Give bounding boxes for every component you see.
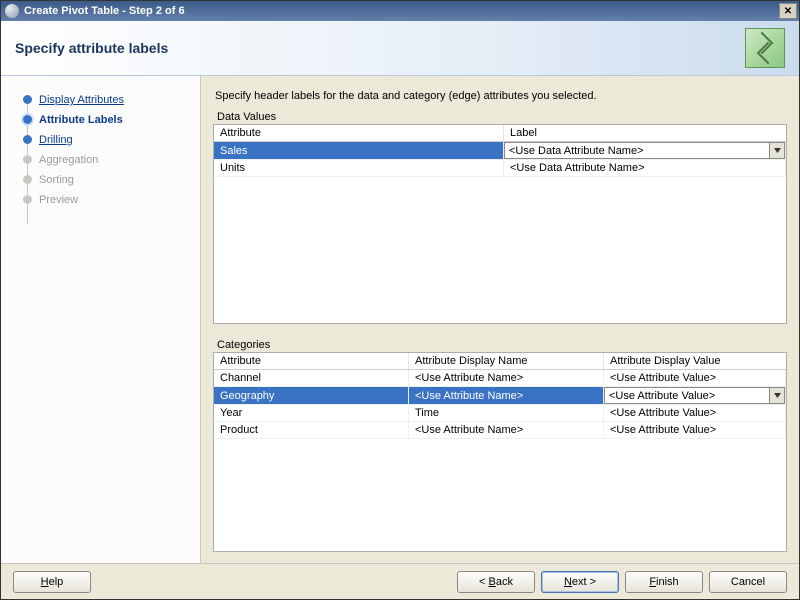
col-display-name[interactable]: Attribute Display Name xyxy=(409,353,604,369)
back-button[interactable]: < Back xyxy=(457,571,535,593)
footer-buttons: Help < Back Next > Finish Cancel xyxy=(1,563,799,599)
page-heading: Specify attribute labels xyxy=(15,40,168,56)
cell-label[interactable]: <Use Data Attribute Name> xyxy=(504,160,786,177)
table-row[interactable]: Channel <Use Attribute Name> <Use Attrib… xyxy=(214,370,786,387)
wizard-window: Create Pivot Table - Step 2 of 6 ✕ Speci… xyxy=(0,0,800,600)
categories-table[interactable]: Attribute Attribute Display Name Attribu… xyxy=(213,352,787,552)
step-dot-icon xyxy=(23,175,32,184)
label-dropdown[interactable]: <Use Data Attribute Name> xyxy=(504,142,785,159)
col-display-value[interactable]: Attribute Display Value xyxy=(604,353,786,369)
step-drilling[interactable]: Drilling xyxy=(23,130,192,150)
step-preview: Preview xyxy=(23,190,192,210)
table-row[interactable]: Units <Use Data Attribute Name> xyxy=(214,160,786,177)
dropdown-value: <Use Attribute Value> xyxy=(609,390,715,402)
cell-attribute[interactable]: Geography xyxy=(214,387,409,405)
body-area: Display Attributes Attribute Labels Dril… xyxy=(1,76,799,563)
app-icon xyxy=(5,4,19,18)
titlebar: Create Pivot Table - Step 2 of 6 ✕ xyxy=(1,1,799,21)
close-button[interactable]: ✕ xyxy=(779,3,797,19)
cell-display-value[interactable]: <Use Attribute Value> xyxy=(604,387,786,405)
col-attribute[interactable]: Attribute xyxy=(214,125,504,141)
step-aggregation: Aggregation xyxy=(23,150,192,170)
dropdown-value: <Use Data Attribute Name> xyxy=(509,145,644,157)
cell-display-value[interactable]: <Use Attribute Value> xyxy=(604,422,786,439)
categories-title: Categories xyxy=(213,338,787,352)
cell-attribute[interactable]: Product xyxy=(214,422,409,439)
chevron-down-icon[interactable] xyxy=(769,143,784,158)
cell-display-name[interactable]: <Use Attribute Name> xyxy=(409,387,604,405)
step-display-attributes[interactable]: Display Attributes xyxy=(23,90,192,110)
col-attribute[interactable]: Attribute xyxy=(214,353,409,369)
window-title: Create Pivot Table - Step 2 of 6 xyxy=(24,5,779,17)
step-label: Aggregation xyxy=(39,154,98,166)
step-attribute-labels[interactable]: Attribute Labels xyxy=(23,110,192,130)
cell-attribute[interactable]: Sales xyxy=(214,142,504,160)
table-row[interactable]: Geography <Use Attribute Name> <Use Attr… xyxy=(214,387,786,405)
step-dot-icon xyxy=(23,135,32,144)
help-button[interactable]: Help xyxy=(13,571,91,593)
step-dot-icon xyxy=(23,115,32,124)
prompt-text: Specify header labels for the data and c… xyxy=(213,86,787,110)
cell-attribute[interactable]: Year xyxy=(214,405,409,422)
step-sorting: Sorting xyxy=(23,170,192,190)
next-button[interactable]: Next > xyxy=(541,571,619,593)
step-label[interactable]: Drilling xyxy=(39,134,73,146)
step-dot-icon xyxy=(23,195,32,204)
cancel-button[interactable]: Cancel xyxy=(709,571,787,593)
step-label[interactable]: Display Attributes xyxy=(39,94,124,106)
cell-display-name[interactable]: <Use Attribute Name> xyxy=(409,422,604,439)
cell-display-value[interactable]: <Use Attribute Value> xyxy=(604,370,786,387)
step-sidebar: Display Attributes Attribute Labels Dril… xyxy=(1,76,201,563)
col-label[interactable]: Label xyxy=(504,125,786,141)
header-band: Specify attribute labels xyxy=(1,21,799,76)
pivot-icon xyxy=(745,28,785,68)
cell-display-name[interactable]: Time xyxy=(409,405,604,422)
data-values-table[interactable]: Attribute Label Sales <Use Data Attribut… xyxy=(213,124,787,324)
table-row[interactable]: Year Time <Use Attribute Value> xyxy=(214,405,786,422)
data-values-title: Data Values xyxy=(213,110,787,124)
chevron-down-icon[interactable] xyxy=(769,388,784,403)
table-row[interactable]: Sales <Use Data Attribute Name> xyxy=(214,142,786,160)
gap xyxy=(213,324,787,338)
cell-attribute[interactable]: Channel xyxy=(214,370,409,387)
step-dot-icon xyxy=(23,95,32,104)
table-header: Attribute Label xyxy=(214,125,786,142)
cell-display-value[interactable]: <Use Attribute Value> xyxy=(604,405,786,422)
cell-label[interactable]: <Use Data Attribute Name> xyxy=(504,142,786,160)
step-label: Attribute Labels xyxy=(39,114,123,126)
step-dot-icon xyxy=(23,155,32,164)
content-panel: Specify header labels for the data and c… xyxy=(201,76,799,563)
step-label: Sorting xyxy=(39,174,74,186)
table-row[interactable]: Product <Use Attribute Name> <Use Attrib… xyxy=(214,422,786,439)
table-header: Attribute Attribute Display Name Attribu… xyxy=(214,353,786,370)
close-icon: ✕ xyxy=(784,6,792,17)
cell-display-name[interactable]: <Use Attribute Name> xyxy=(409,370,604,387)
display-value-dropdown[interactable]: <Use Attribute Value> xyxy=(604,387,785,404)
finish-button[interactable]: Finish xyxy=(625,571,703,593)
cell-attribute[interactable]: Units xyxy=(214,160,504,177)
step-label: Preview xyxy=(39,194,78,206)
